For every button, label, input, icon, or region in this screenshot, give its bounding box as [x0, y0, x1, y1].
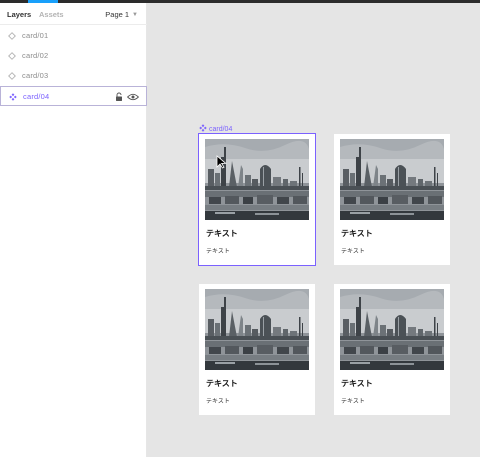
eye-icon[interactable]: [127, 93, 139, 101]
lock-icon[interactable]: [115, 92, 123, 102]
card-image: [205, 289, 309, 370]
card-image: [205, 139, 309, 220]
layer-label: card/01: [22, 31, 49, 40]
layer-row[interactable]: card/01: [0, 26, 147, 46]
frame-label-text: card/04: [209, 126, 233, 133]
panel-tabs: Layers Assets Page 1 ▼: [0, 3, 147, 25]
frame-label[interactable]: card/04: [199, 124, 232, 133]
card-text: テキスト: [341, 249, 365, 255]
layers-panel: Layers Assets Page 1 ▼ card/01 card/02 ca…: [0, 3, 147, 457]
card[interactable]: テキスト テキスト: [334, 284, 450, 415]
card-image: [340, 289, 444, 370]
layer-row[interactable]: card/02: [0, 46, 147, 66]
cursor-icon: [216, 155, 227, 169]
card-title: テキスト: [206, 229, 238, 238]
card-title: テキスト: [206, 379, 238, 388]
layer-label: card/03: [22, 71, 49, 80]
layer-row-selected[interactable]: card/04: [0, 86, 147, 106]
component-icon: [9, 93, 17, 101]
card-text: テキスト: [341, 399, 365, 405]
layer-row[interactable]: card/03: [0, 66, 147, 86]
card-text: テキスト: [206, 399, 230, 405]
card-title: テキスト: [341, 229, 373, 238]
chevron-down-icon: ▼: [132, 12, 138, 18]
card-text: テキスト: [206, 249, 230, 255]
card-image: [340, 139, 444, 220]
layer-label: card/04: [23, 92, 50, 101]
card[interactable]: テキスト テキスト: [198, 133, 316, 266]
tab-layers[interactable]: Layers: [7, 10, 31, 19]
page-selector-label: Page 1: [105, 10, 130, 19]
page-selector[interactable]: Page 1 ▼: [105, 10, 138, 19]
component-instance-icon: [8, 52, 16, 60]
card[interactable]: テキスト テキスト: [199, 284, 315, 415]
component-instance-icon: [8, 72, 16, 80]
component-instance-icon: [8, 32, 16, 40]
layer-tools: [115, 92, 139, 102]
tab-assets[interactable]: Assets: [39, 10, 64, 19]
card[interactable]: テキスト テキスト: [334, 134, 450, 265]
card-title: テキスト: [341, 379, 373, 388]
layer-label: card/02: [22, 51, 49, 60]
component-icon: [199, 124, 207, 132]
